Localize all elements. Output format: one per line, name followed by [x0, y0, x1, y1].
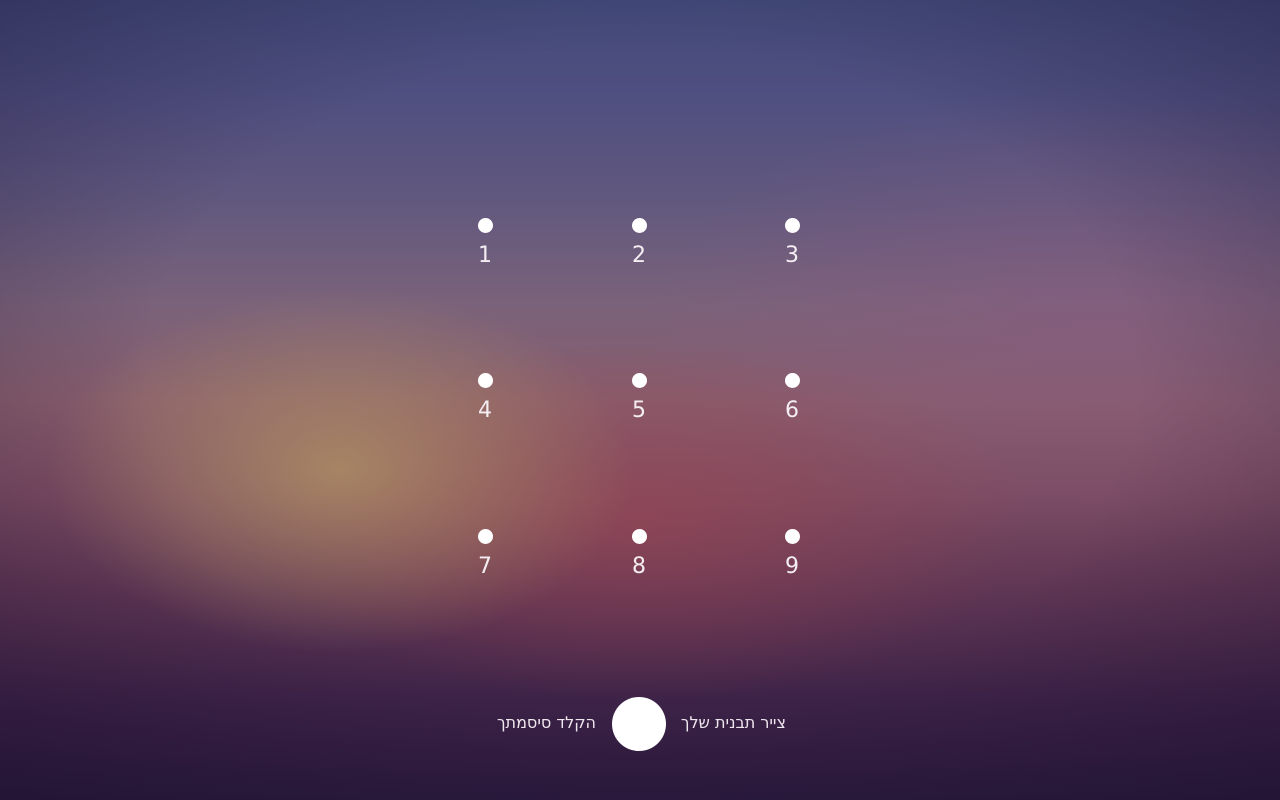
- pattern-node-label: 9: [785, 554, 799, 579]
- pattern-node-5[interactable]: 5: [609, 373, 669, 453]
- pattern-node-label: 8: [632, 554, 646, 579]
- pattern-node-4[interactable]: 4: [455, 373, 515, 453]
- pattern-dot[interactable]: [784, 529, 800, 544]
- pattern-node-label: 5: [632, 398, 646, 423]
- pattern-dot[interactable]: [477, 218, 493, 233]
- pattern-node-8[interactable]: 8: [609, 529, 669, 609]
- pattern-dot[interactable]: [631, 218, 647, 233]
- mode-toggle-button[interactable]: [612, 697, 666, 751]
- draw-pattern-option[interactable]: צייר תבנית שלך: [681, 713, 786, 733]
- pattern-dot[interactable]: [477, 529, 493, 544]
- pattern-node-9[interactable]: 9: [762, 529, 822, 609]
- enter-password-option[interactable]: הקלד סיסמתך: [497, 713, 596, 733]
- pattern-lock-grid[interactable]: 1 2 3 4 5 6 7 8 9: [0, 0, 1280, 800]
- pattern-node-label: 4: [478, 398, 492, 423]
- pattern-dot[interactable]: [784, 218, 800, 233]
- pattern-node-7[interactable]: 7: [455, 529, 515, 609]
- pattern-node-3[interactable]: 3: [762, 218, 822, 298]
- pattern-node-label: 3: [785, 243, 799, 268]
- pattern-node-label: 2: [632, 243, 646, 268]
- pattern-node-label: 6: [785, 398, 799, 423]
- unlock-mode-bar: הקלד סיסמתך צייר תבנית שלך: [0, 697, 1280, 751]
- pattern-node-label: 7: [478, 554, 492, 579]
- pattern-dot[interactable]: [477, 373, 493, 388]
- pattern-node-1[interactable]: 1: [455, 218, 515, 298]
- pattern-dot[interactable]: [784, 373, 800, 388]
- pattern-node-label: 1: [478, 243, 492, 268]
- pattern-dot[interactable]: [631, 529, 647, 544]
- pattern-dot[interactable]: [631, 373, 647, 388]
- pattern-node-2[interactable]: 2: [609, 218, 669, 298]
- pattern-node-6[interactable]: 6: [762, 373, 822, 453]
